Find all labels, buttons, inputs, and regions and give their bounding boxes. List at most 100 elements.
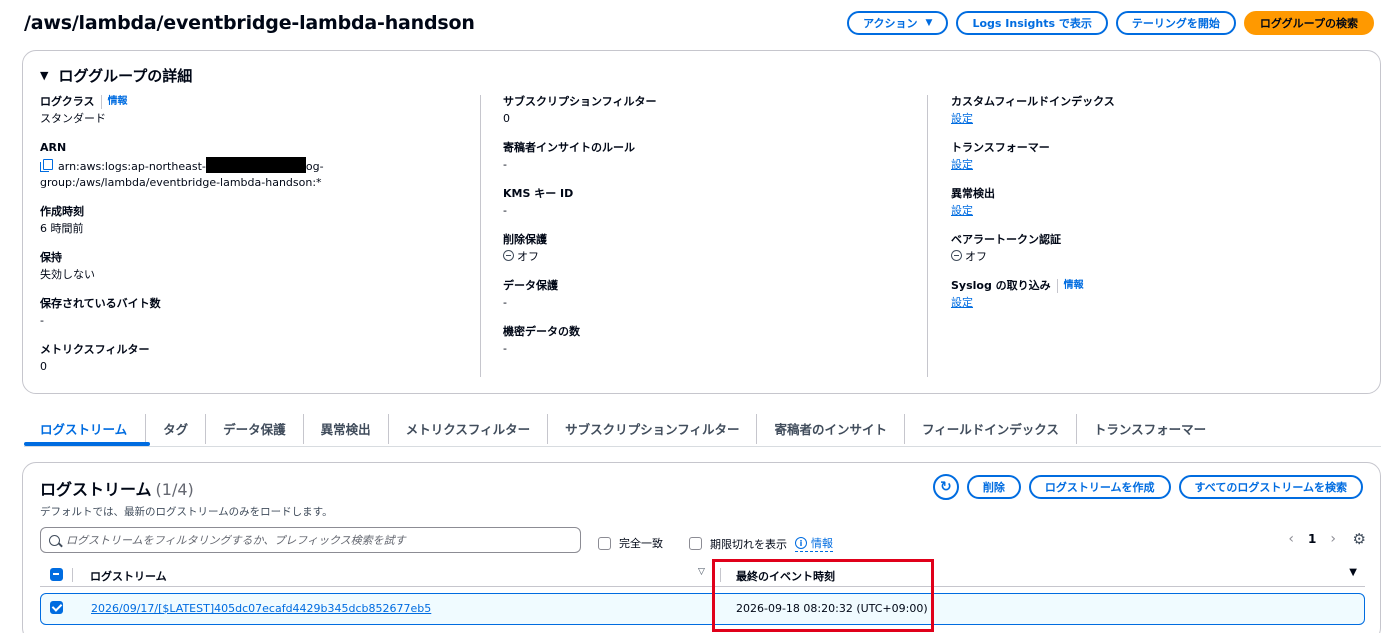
arn-value: arn:aws:logs:ap-northeast-og-group:/aws/… [40, 157, 480, 191]
header-actions: アクション ▼ Logs Insights で表示 テーリングを開始 ロググルー… [847, 11, 1374, 35]
tab-data-protection[interactable]: データ保護 [205, 413, 303, 444]
deletion-status: オフ [517, 250, 539, 263]
arn-part-3: group:/aws/lambda/eventbridge-lambda-han… [40, 176, 322, 189]
column-divider [927, 95, 928, 377]
field-bearer-token: ベアラートークン認証 オフ [951, 233, 1371, 265]
log-class-value: スタンダード [40, 112, 106, 125]
tab-anomaly-detection[interactable]: 異常検出 [302, 413, 388, 444]
info-link[interactable]: 情報 [1056, 279, 1084, 293]
custom-index-settings-link[interactable]: 設定 [951, 112, 973, 125]
details-title: ロググループの詳細 [58, 67, 193, 85]
contributor-value: - [503, 158, 507, 171]
tab-bar: ログストリーム タグ データ保護 異常検出 メトリクスフィルター サブスクリプシ… [24, 412, 1223, 445]
field-kms: KMS キー ID - [503, 187, 923, 219]
delete-button[interactable]: 削除 [966, 475, 1021, 499]
exact-match-checkbox[interactable]: 完全一致 [598, 535, 663, 551]
search-log-group-button[interactable]: ロググループの検索 [1243, 11, 1374, 35]
caret-down-icon[interactable]: ▼ [40, 69, 48, 82]
tab-transformer[interactable]: トランスフォーマー [1075, 413, 1223, 444]
sort-icon[interactable]: ▽ [698, 567, 705, 577]
gear-icon[interactable]: ⚙ [1353, 530, 1366, 548]
table-row[interactable]: 2026/09/17/[$LATEST]405dc07ecafd4429b345… [40, 593, 1365, 625]
actions-dropdown-button[interactable]: アクション ▼ [847, 11, 949, 35]
data-protection-value: - [503, 296, 507, 309]
checkbox[interactable] [689, 537, 702, 550]
chevron-left-icon[interactable]: ‹ [1288, 531, 1294, 547]
refresh-button[interactable]: ↻ [932, 474, 959, 500]
chevron-right-icon[interactable]: › [1330, 531, 1336, 547]
field-created: 作成時刻 6 時間前 [40, 205, 480, 237]
syslog-settings-link[interactable]: 設定 [951, 296, 973, 309]
log-group-details-panel: ▼ ロググループの詳細 ログクラス 情報 スタンダード ARN arn:aws:l… [22, 50, 1381, 394]
select-all-checkbox[interactable] [50, 568, 63, 581]
metric-filter-value: 0 [40, 360, 47, 373]
exact-match-label: 完全一致 [619, 537, 663, 550]
field-metric-filter: メトリクスフィルター 0 [40, 343, 480, 375]
tab-divider [24, 446, 1381, 447]
tab-metric-filters[interactable]: メトリクスフィルター [387, 413, 547, 444]
subscription-value: 0 [503, 112, 510, 125]
show-expired-label: 期限切れを表示 [710, 537, 787, 551]
copy-icon[interactable] [40, 159, 53, 172]
kms-label: KMS キー ID [503, 187, 574, 200]
data-protection-label: データ保護 [503, 279, 558, 292]
off-status-icon [951, 250, 962, 261]
custom-index-label: カスタムフィールドインデックス [951, 95, 1115, 108]
deletion-value: オフ [503, 249, 923, 265]
info-link[interactable]: 情報 [100, 95, 128, 109]
column-divider [480, 95, 481, 377]
table-header: ログストリーム ▽ 最終のイベント時刻 ▼ [40, 563, 1365, 587]
page-header: /aws/lambda/eventbridge-lambda-handson ア… [24, 11, 1374, 35]
create-log-stream-button[interactable]: ログストリームを作成 [1028, 475, 1171, 499]
streams-description: デフォルトでは、最新のログストリームのみをロードします。 [40, 506, 333, 518]
page-number[interactable]: 1 [1308, 532, 1316, 546]
arn-label: ARN [40, 141, 67, 154]
bearer-status: オフ [965, 250, 987, 263]
start-tailing-button[interactable]: テーリングを開始 [1115, 11, 1236, 35]
field-custom-index: カスタムフィールドインデックス 設定 [951, 95, 1371, 127]
logs-insights-button[interactable]: Logs Insights で表示 [956, 11, 1108, 35]
info-link[interactable]: i 情報 [795, 535, 833, 552]
log-class-label: ログクラス [40, 95, 95, 108]
tab-contributor-insights[interactable]: 寄稿者のインサイト [756, 413, 904, 444]
tab-subscription-filters[interactable]: サブスクリプションフィルター [547, 413, 756, 444]
transformer-settings-link[interactable]: 設定 [951, 158, 973, 171]
arn-part-1: arn:aws:logs:ap-northeast- [58, 160, 206, 173]
info-icon: i [795, 537, 807, 549]
anomaly-label: 異常検出 [951, 187, 995, 200]
retention-label: 保持 [40, 251, 62, 264]
transformer-label: トランスフォーマー [951, 141, 1050, 154]
actions-label: アクション [863, 17, 918, 30]
subscription-label: サブスクリプションフィルター [503, 95, 657, 108]
row-checkbox[interactable] [50, 601, 63, 614]
created-value: 6 時間前 [40, 222, 84, 235]
anomaly-settings-link[interactable]: 設定 [951, 204, 973, 217]
stored-bytes-value: - [40, 314, 44, 327]
tab-tags[interactable]: タグ [145, 413, 205, 444]
caret-down-icon: ▼ [925, 18, 933, 28]
search-field[interactable] [40, 527, 581, 553]
log-stream-link[interactable]: 2026/09/17/[$LATEST]405dc07ecafd4429b345… [91, 602, 431, 615]
column-header-log-stream[interactable]: ログストリーム [90, 568, 167, 584]
field-stored-bytes: 保存されているバイト数 - [40, 297, 480, 329]
arn-part-2: og- [305, 160, 324, 173]
field-retention: 保持 失効しない [40, 251, 480, 283]
details-column-2: サブスクリプションフィルター 0 寄稿者インサイトのルール - KMS キー I… [503, 95, 923, 357]
streams-title-text: ログストリーム [40, 480, 152, 499]
tab-field-indexes[interactable]: フィールドインデックス [903, 413, 1076, 444]
field-contributor: 寄稿者インサイトのルール - [503, 141, 923, 173]
stored-bytes-label: 保存されているバイト数 [40, 297, 161, 310]
details-header[interactable]: ▼ ロググループの詳細 [40, 65, 192, 86]
show-expired-checkbox[interactable]: 期限切れを表示 i 情報 [689, 535, 833, 552]
retention-value: 失効しない [40, 268, 95, 281]
deletion-label: 削除保護 [503, 233, 547, 246]
annotation-highlight-box [712, 559, 934, 632]
search-all-log-streams-button[interactable]: すべてのログストリームを検索 [1178, 475, 1363, 499]
sort-descending-icon[interactable]: ▼ [1349, 567, 1357, 578]
info-link-label: 情報 [811, 537, 833, 550]
field-deletion-protection: 削除保護 オフ [503, 233, 923, 265]
search-input[interactable] [66, 533, 556, 547]
checkbox[interactable] [598, 536, 611, 550]
tab-log-streams[interactable]: ログストリーム [24, 414, 145, 444]
created-label: 作成時刻 [40, 205, 84, 218]
